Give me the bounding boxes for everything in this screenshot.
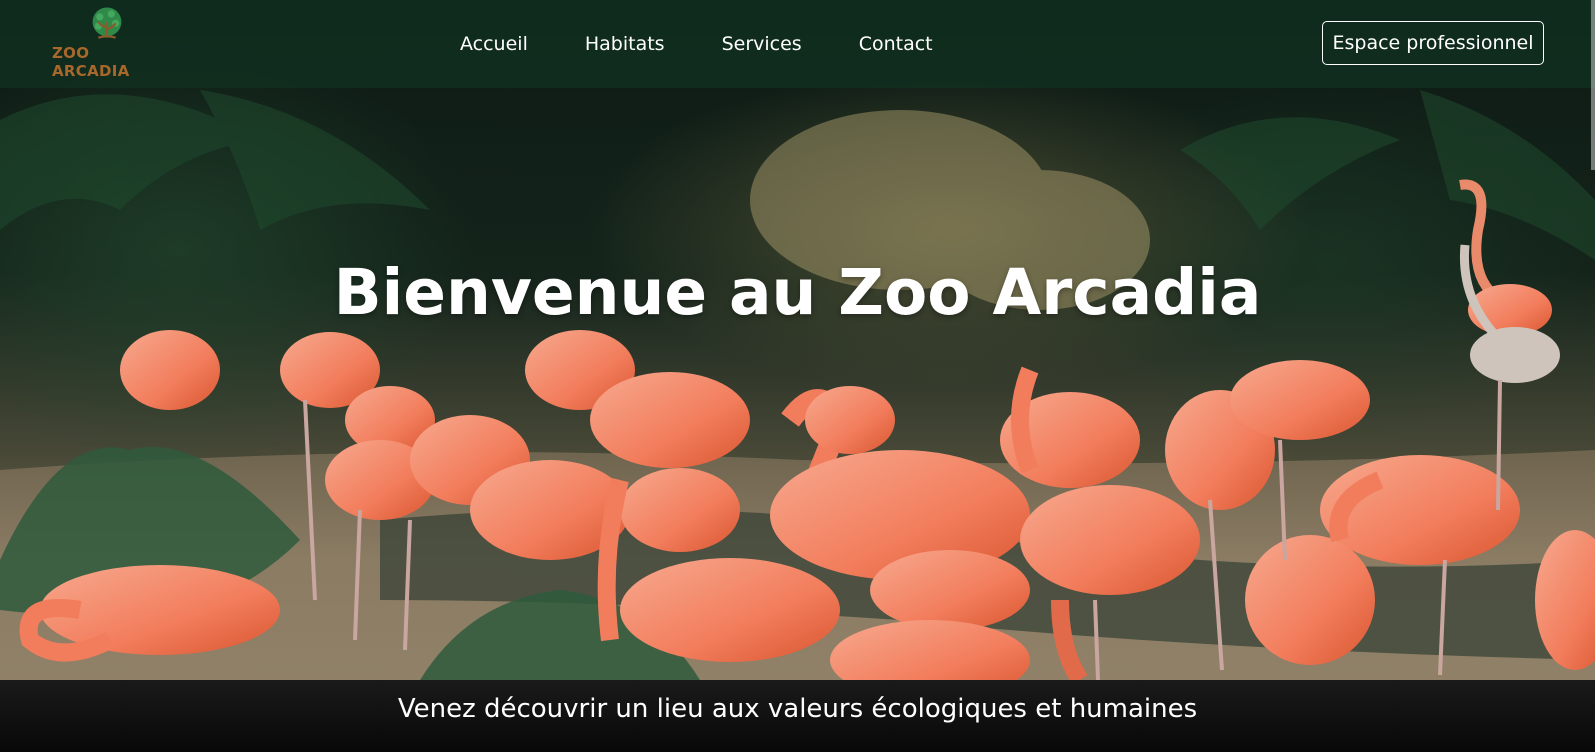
flamingo-illustration xyxy=(0,90,1595,680)
nav-link-accueil[interactable]: Accueil xyxy=(460,33,528,55)
hero-title: Bienvenue au Zoo Arcadia xyxy=(333,256,1262,329)
hero-tagline: Venez découvrir un lieu aux valeurs écol… xyxy=(397,694,1198,724)
page: ZOO ARCADIA Accueil Habitats Services Co… xyxy=(0,0,1595,752)
nav-link-services[interactable]: Services xyxy=(722,33,802,55)
main-nav: Accueil Habitats Services Contact xyxy=(460,0,990,88)
nav-link-habitats[interactable]: Habitats xyxy=(585,33,665,55)
hero-image xyxy=(0,0,1595,680)
page-scrollbar[interactable] xyxy=(1591,0,1595,170)
top-navbar: ZOO ARCADIA Accueil Habitats Services Co… xyxy=(0,0,1595,88)
brand-name: ZOO ARCADIA xyxy=(52,44,130,80)
brand-logo[interactable]: ZOO ARCADIA xyxy=(52,6,162,80)
espace-professionnel-button[interactable]: Espace professionnel xyxy=(1322,21,1544,65)
nav-link-contact[interactable]: Contact xyxy=(859,33,933,55)
tagline-band: Venez découvrir un lieu aux valeurs écol… xyxy=(0,680,1595,752)
tree-icon xyxy=(92,7,122,39)
